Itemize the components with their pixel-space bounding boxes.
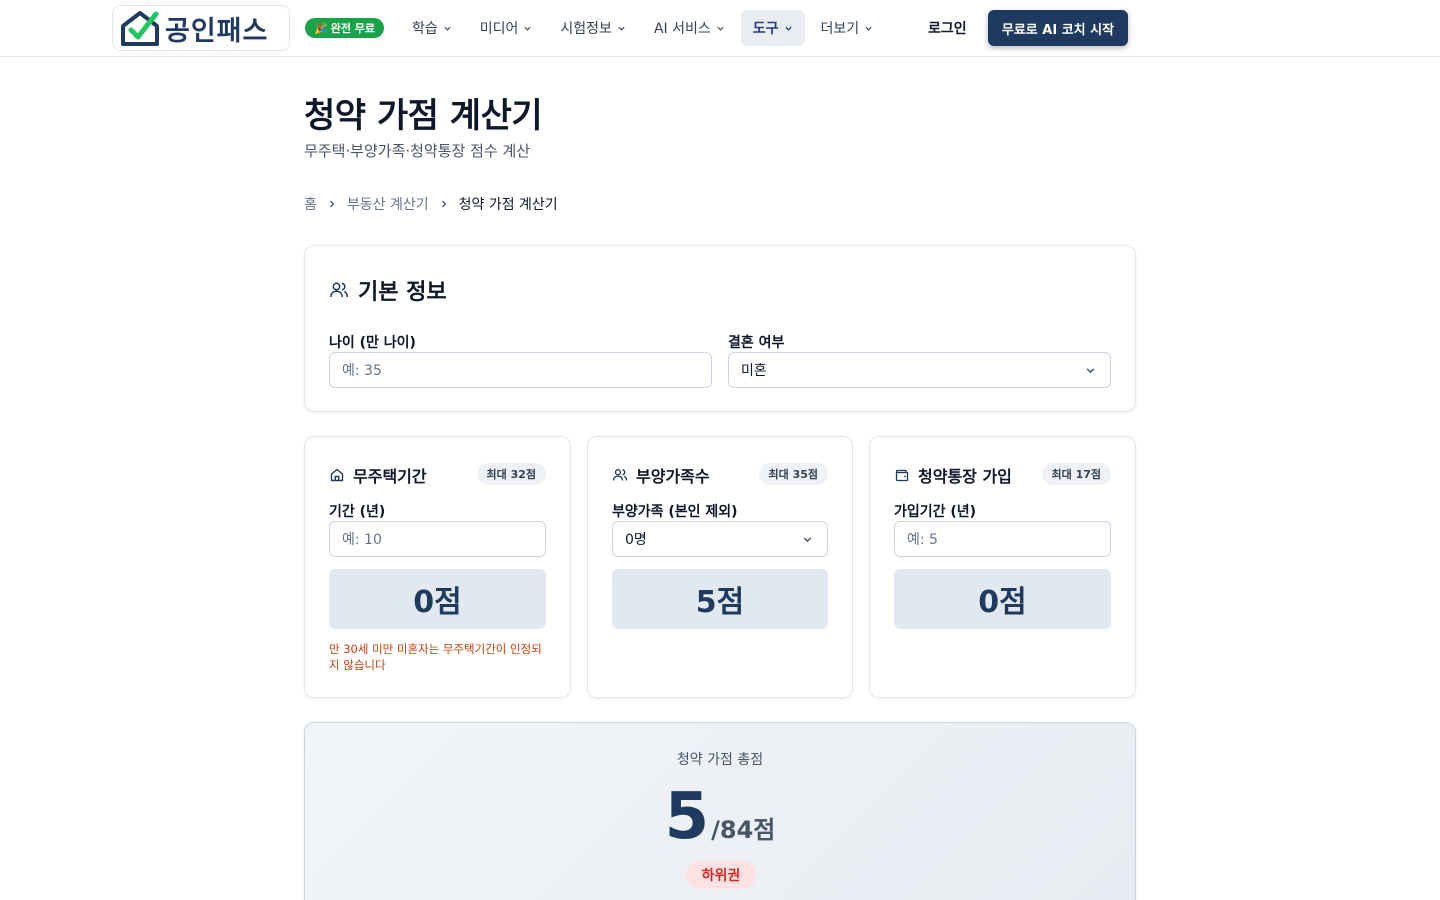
dependents-card: 부양가족수 최대 35점 부양가족 (본인 제외) 0명 5점 — [587, 436, 853, 698]
total-score-card: 청약 가점 총점 5 /84점 하위권 — [304, 722, 1136, 900]
total-score-display: 5 /84점 — [305, 779, 1135, 855]
subscription-period-input[interactable]: 예: 5 — [894, 521, 1111, 557]
nav-item-learning[interactable]: 학습 — [400, 10, 464, 46]
homeless-period-score: 0점 — [329, 569, 546, 629]
max-score-badge: 최대 35점 — [758, 463, 828, 485]
breadcrumb-current: 청약 가점 계산기 — [458, 197, 558, 213]
party-popper-icon: 🎉 — [314, 21, 328, 35]
subscription-account-title: 청약통장 가입 — [918, 467, 1012, 486]
house-icon — [330, 468, 344, 482]
subscription-period-label: 가입기간 (년) — [894, 504, 977, 520]
subscription-account-card: 청약통장 가입 최대 17점 가입기간 (년) 예: 5 0점 — [869, 436, 1136, 698]
breadcrumb: 홈 부동산 계산기 청약 가점 계산기 — [304, 194, 558, 214]
nav-item-label: 도구 — [752, 21, 779, 37]
chevron-down-icon — [618, 26, 625, 31]
free-badge-label: 완전 무료 — [330, 22, 376, 35]
nav-item-label: 더보기 — [820, 21, 860, 37]
users-icon — [330, 282, 349, 298]
age-input[interactable]: 예: 35 — [329, 352, 712, 388]
subscription-account-score: 0점 — [894, 569, 1111, 629]
nav-item-label: 시험정보 — [560, 21, 612, 37]
wallet-icon — [895, 469, 909, 482]
chevron-down-icon — [1086, 367, 1095, 373]
start-ai-coach-button[interactable]: 무료로 AI 코치 시작 — [988, 10, 1128, 46]
total-score-label: 청약 가점 총점 — [676, 752, 764, 768]
marital-status-select[interactable]: 미혼 — [728, 352, 1111, 388]
total-score-max: /84점 — [711, 816, 776, 844]
homeless-period-header: 무주택기간 — [329, 463, 427, 487]
dependents-score: 5점 — [612, 569, 828, 629]
breadcrumb-real-estate-calculators[interactable]: 부동산 계산기 — [347, 194, 429, 214]
homeless-period-placeholder: 예: 10 — [342, 532, 382, 548]
homeless-period-label: 기간 (년) — [329, 504, 386, 520]
free-badge: 🎉 완전 무료 — [305, 18, 385, 38]
nav-item-label: 미디어 — [479, 21, 519, 37]
subscription-account-header: 청약통장 가입 — [894, 463, 1012, 487]
chevron-down-icon — [865, 26, 872, 31]
breadcrumb-home[interactable]: 홈 — [304, 194, 317, 214]
page-title: 청약 가점 계산기 — [304, 96, 543, 136]
dependents-select[interactable]: 0명 — [612, 521, 828, 557]
chevron-right-icon — [329, 200, 335, 208]
dependents-header: 부양가족수 — [612, 463, 710, 487]
basic-info-header: 기본 정보 — [329, 274, 447, 306]
page-subtitle: 무주택·부양가족·청약통장 점수 계산 — [304, 142, 531, 160]
brand-logo[interactable]: 공인패스 — [112, 5, 290, 51]
dependents-value: 0명 — [625, 532, 647, 548]
chevron-down-icon — [717, 26, 724, 31]
login-link[interactable]: 로그인 — [918, 10, 977, 46]
chevron-down-icon — [803, 536, 812, 542]
age-label: 나이 (만 나이) — [329, 335, 416, 351]
homeless-period-title: 무주택기간 — [353, 467, 427, 486]
nav-item-label: AI 서비스 — [653, 21, 711, 37]
age-input-placeholder: 예: 35 — [342, 363, 382, 379]
marital-status-value: 미혼 — [741, 363, 767, 379]
nav-item-exam-info[interactable]: 시험정보 — [548, 10, 638, 46]
nav-item-ai-service[interactable]: AI 서비스 — [642, 10, 737, 46]
homeless-period-input[interactable]: 예: 10 — [329, 521, 546, 557]
basic-info-title: 기본 정보 — [358, 280, 447, 305]
marital-status-label: 결혼 여부 — [728, 335, 785, 351]
brand-name: 공인패스 — [165, 15, 269, 47]
nav-item-label: 학습 — [412, 21, 438, 37]
homeless-period-card: 무주택기간 최대 32점 기간 (년) 예: 10 0점 만 30세 미만 미혼… — [304, 436, 571, 698]
subscription-period-placeholder: 예: 5 — [907, 532, 938, 548]
dependents-title: 부양가족수 — [636, 467, 710, 486]
chevron-down-icon — [524, 26, 532, 31]
max-score-badge: 최대 32점 — [476, 463, 546, 485]
top-navigation-bar: 공인패스 🎉 완전 무료 학습 미디어 시험정보 AI 서비스 도구 더보기 로… — [0, 0, 1440, 57]
house-check-logo-icon — [121, 11, 159, 46]
dependents-label: 부양가족 (본인 제외) — [612, 504, 738, 520]
basic-info-card: 기본 정보 나이 (만 나이) 예: 35 결혼 여부 미혼 — [304, 245, 1136, 412]
max-score-badge: 최대 17점 — [1041, 463, 1111, 485]
total-score-value: 5 — [664, 780, 710, 854]
chevron-right-icon — [441, 200, 447, 208]
score-tier-badge: 하위권 — [686, 861, 756, 889]
main-nav: 학습 미디어 시험정보 AI 서비스 도구 더보기 — [400, 10, 885, 46]
homeless-period-warning: 만 30세 미만 미혼자는 무주택기간이 인정되지 않습니다 — [329, 642, 542, 672]
nav-item-media[interactable]: 미디어 — [468, 10, 545, 46]
nav-item-tools[interactable]: 도구 — [740, 10, 805, 46]
users-icon — [612, 469, 628, 481]
nav-item-more[interactable]: 더보기 — [809, 10, 886, 46]
chevron-down-icon — [784, 26, 792, 31]
chevron-down-icon — [444, 26, 451, 31]
